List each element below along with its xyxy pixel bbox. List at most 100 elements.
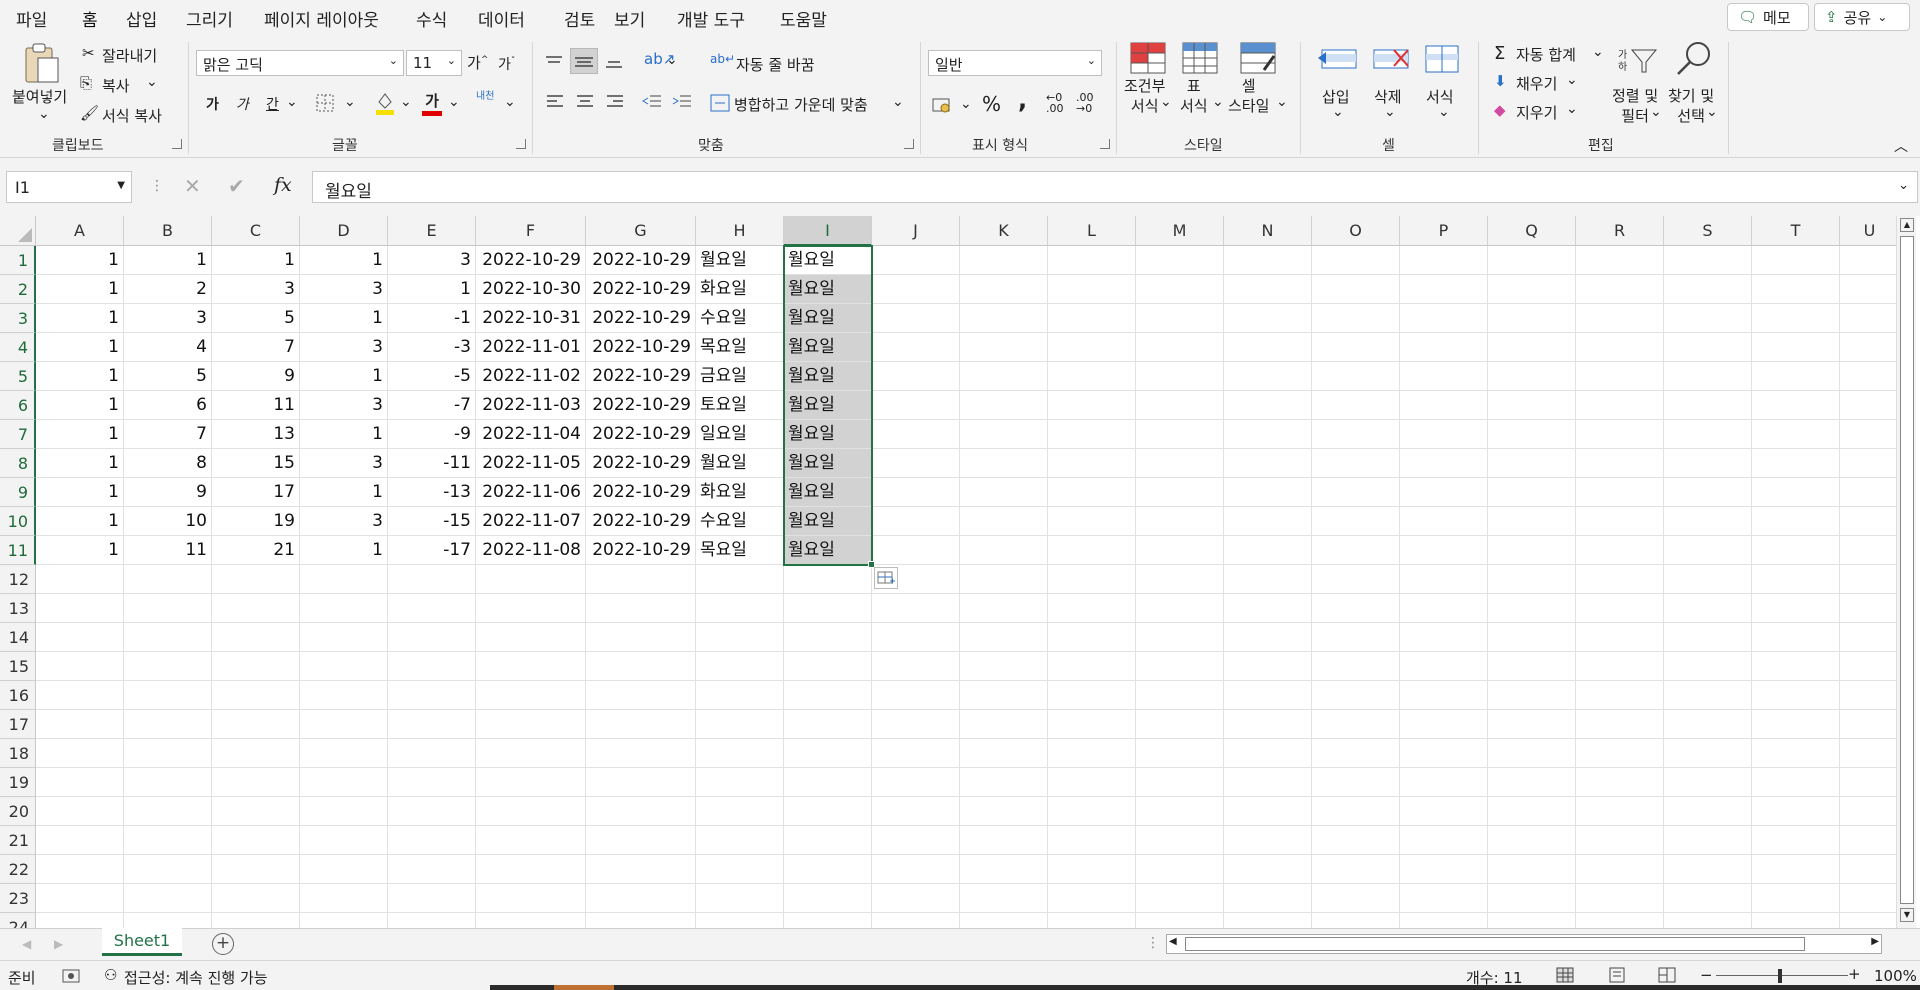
format-table-button[interactable]: 표 서식: [1180, 76, 1208, 116]
cell[interactable]: [1488, 507, 1576, 536]
cell[interactable]: 2022-11-02: [476, 362, 586, 391]
cell[interactable]: [1224, 884, 1312, 913]
cell[interactable]: [1136, 681, 1224, 710]
cell[interactable]: [1048, 884, 1136, 913]
cell[interactable]: [1840, 362, 1900, 391]
cell[interactable]: [960, 594, 1048, 623]
menu-item-10[interactable]: 도움말: [780, 6, 827, 31]
cell[interactable]: 3: [300, 449, 388, 478]
cell[interactable]: [212, 797, 300, 826]
cell[interactable]: [1840, 623, 1900, 652]
scroll-tabs-left-icon[interactable]: ◀: [22, 937, 31, 951]
cell[interactable]: [1840, 449, 1900, 478]
cell[interactable]: [476, 623, 586, 652]
cell[interactable]: 1: [36, 449, 124, 478]
cell[interactable]: [586, 855, 696, 884]
cell[interactable]: [586, 623, 696, 652]
column-header[interactable]: M: [1136, 216, 1224, 246]
cell[interactable]: [1136, 797, 1224, 826]
font-color-icon[interactable]: 가: [422, 90, 442, 116]
row-header[interactable]: 16: [0, 681, 36, 710]
cell[interactable]: [300, 913, 388, 928]
cell[interactable]: [586, 797, 696, 826]
cell[interactable]: [960, 710, 1048, 739]
find-select-dropdown-icon[interactable]: ⌄: [1706, 104, 1718, 120]
scroll-right-icon[interactable]: ▶: [1871, 936, 1879, 947]
grow-font-button[interactable]: 가^: [467, 52, 488, 73]
cell[interactable]: [1224, 246, 1312, 275]
cell[interactable]: [696, 826, 784, 855]
cell[interactable]: 화요일: [696, 478, 784, 507]
cell[interactable]: 월요일: [784, 420, 872, 449]
autosum-dropdown-icon[interactable]: ⌄: [1592, 44, 1604, 60]
cell[interactable]: [1576, 768, 1664, 797]
cell[interactable]: 15: [212, 449, 300, 478]
cell[interactable]: [1488, 623, 1576, 652]
cell[interactable]: [1312, 681, 1400, 710]
cell[interactable]: [388, 855, 476, 884]
cell[interactable]: 월요일: [784, 536, 872, 565]
cell[interactable]: 2022-11-04: [476, 420, 586, 449]
cell[interactable]: [1400, 536, 1488, 565]
cell[interactable]: 8: [124, 449, 212, 478]
cell[interactable]: [212, 913, 300, 928]
cell[interactable]: [1400, 275, 1488, 304]
cell[interactable]: [1488, 478, 1576, 507]
cell[interactable]: [1224, 826, 1312, 855]
cell[interactable]: -11: [388, 449, 476, 478]
page-break-view-icon[interactable]: [1658, 967, 1676, 983]
zoom-level[interactable]: 100%: [1874, 967, 1917, 985]
cell[interactable]: [212, 855, 300, 884]
cell[interactable]: 수요일: [696, 304, 784, 333]
cell[interactable]: 5: [212, 304, 300, 333]
underline-button[interactable]: 간: [266, 94, 279, 114]
cell[interactable]: [1136, 449, 1224, 478]
cell[interactable]: [1224, 362, 1312, 391]
cell[interactable]: [960, 652, 1048, 681]
cell[interactable]: [1400, 362, 1488, 391]
cell[interactable]: 6: [124, 391, 212, 420]
cell[interactable]: [1840, 478, 1900, 507]
clear-button[interactable]: 지우기: [1516, 102, 1557, 123]
cell[interactable]: [784, 681, 872, 710]
conditional-dropdown-icon[interactable]: ⌄: [1160, 94, 1172, 110]
cell[interactable]: [784, 652, 872, 681]
cell[interactable]: [1224, 594, 1312, 623]
cell[interactable]: [960, 797, 1048, 826]
cell[interactable]: [1576, 391, 1664, 420]
cell[interactable]: [1312, 304, 1400, 333]
cell[interactable]: [1664, 797, 1752, 826]
cell[interactable]: 1: [300, 420, 388, 449]
cell[interactable]: [696, 913, 784, 928]
menu-item-7[interactable]: 검토: [564, 6, 595, 31]
cell[interactable]: [1224, 623, 1312, 652]
cell[interactable]: [1136, 507, 1224, 536]
cell[interactable]: [1224, 913, 1312, 928]
cell[interactable]: [1752, 855, 1840, 884]
cell[interactable]: [124, 652, 212, 681]
accessibility-status[interactable]: 접근성: 계속 진행 가능: [124, 967, 268, 988]
cell[interactable]: [1312, 420, 1400, 449]
cell[interactable]: [212, 565, 300, 594]
cell[interactable]: [1840, 913, 1900, 928]
cell[interactable]: [872, 855, 960, 884]
cell[interactable]: [1576, 681, 1664, 710]
cell[interactable]: [1136, 362, 1224, 391]
cell[interactable]: [1576, 913, 1664, 928]
cell[interactable]: [1048, 739, 1136, 768]
cell[interactable]: 3: [300, 507, 388, 536]
cell[interactable]: [124, 913, 212, 928]
cell[interactable]: -7: [388, 391, 476, 420]
cell[interactable]: [1224, 681, 1312, 710]
column-header[interactable]: J: [872, 216, 960, 246]
cell[interactable]: [476, 855, 586, 884]
column-header[interactable]: Q: [1488, 216, 1576, 246]
cell[interactable]: [1576, 420, 1664, 449]
cell[interactable]: [1752, 333, 1840, 362]
cell[interactable]: [696, 797, 784, 826]
cell[interactable]: [1312, 594, 1400, 623]
cell[interactable]: [1488, 884, 1576, 913]
cell[interactable]: 1: [300, 536, 388, 565]
fill-dropdown-icon[interactable]: ⌄: [1566, 72, 1578, 88]
cell[interactable]: 1: [212, 246, 300, 275]
